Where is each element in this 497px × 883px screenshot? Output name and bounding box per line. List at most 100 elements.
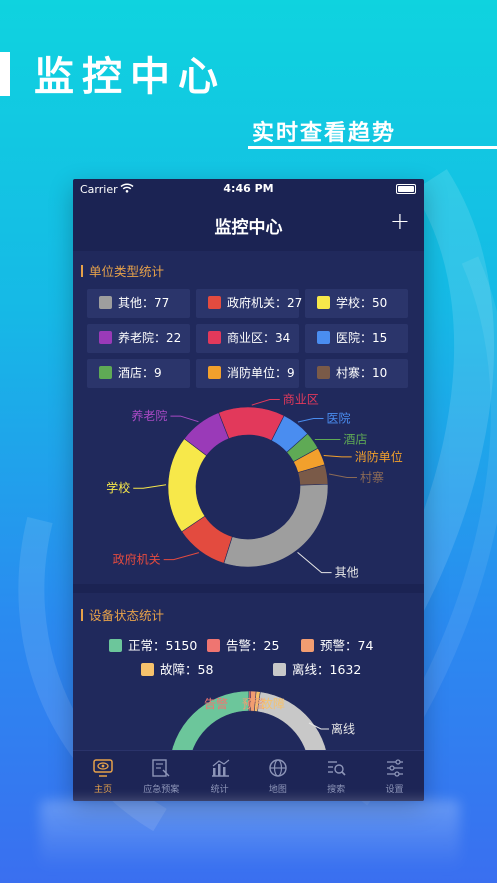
unit-chip-swatch: [317, 331, 330, 344]
bar-chart-icon: [211, 759, 229, 777]
unit-chip-label: 其他：77: [118, 296, 170, 310]
unit-chip-label: 学校：50: [336, 296, 388, 310]
donut-label: 养老院: [131, 408, 167, 423]
device-legend-item: 故障：58: [141, 659, 213, 678]
tab-label: 搜索: [327, 785, 346, 795]
search-list-icon: [328, 761, 346, 776]
donut-leader-line: [170, 415, 199, 423]
donut-slice: [167, 438, 207, 533]
unit-chip: 村寨：10: [305, 359, 408, 388]
device-legend-swatch: [301, 639, 314, 652]
unit-chip-label: 政府机关：27: [227, 296, 303, 310]
donut-leader-line: [251, 398, 280, 406]
tab-bar: 主页 应急预案 统计 地图 搜索 设置: [73, 750, 424, 801]
device-legend-item: 预警：74: [301, 635, 373, 654]
unit-chip: 政府机关：27: [196, 289, 303, 318]
donut-label: 村寨: [360, 470, 384, 485]
donut-label: 其他: [335, 566, 359, 580]
donut-label: 酒店: [343, 432, 367, 446]
unit-chip-swatch: [99, 296, 112, 309]
device-legend-swatch: [141, 663, 154, 676]
eye-monitor-icon: [93, 759, 113, 777]
donut-leader-line: [328, 473, 357, 479]
donut-label: 故障: [261, 696, 285, 711]
promo-underline: [248, 146, 497, 149]
tab-globe[interactable]: 地图: [249, 751, 307, 801]
globe-icon: [269, 759, 287, 777]
donut-leader-line: [297, 417, 324, 423]
unit-chip: 消防单位：9: [196, 359, 299, 388]
tab-label: 主页: [93, 785, 112, 795]
donut-label: 消防单位: [355, 449, 403, 464]
promo-title: 监控中心: [34, 54, 226, 100]
tab-plan-document[interactable]: 应急预案: [132, 751, 190, 801]
device-legend-item: 正常：5150: [109, 635, 197, 654]
unit-chip-label: 医院：15: [336, 331, 388, 345]
tab-eye-monitor[interactable]: 主页: [74, 751, 132, 801]
donut-leader-line: [163, 552, 200, 561]
unit-chip: 酒店：9: [87, 359, 190, 388]
device-legend-item: 离线：1632: [273, 659, 361, 678]
unit-chip-label: 消防单位：9: [227, 366, 295, 380]
tab-sliders[interactable]: 设置: [366, 751, 424, 801]
plus-icon[interactable]: +: [390, 209, 410, 233]
tab-label: 地图: [268, 785, 287, 795]
donut-label: 医院: [327, 411, 351, 425]
tab-search-list[interactable]: 搜索: [307, 751, 365, 801]
device-legend-label: 故障：58: [160, 662, 214, 677]
device-legend-swatch: [273, 663, 286, 676]
promo-subtitle: 实时查看趋势: [252, 121, 397, 146]
unit-type-card: 单位类型统计 其他：77 政府机关：27 学校：50 养老院：22 商业区：34 医院：1…: [73, 251, 424, 584]
donut-label: 商业区: [283, 391, 319, 406]
promo-accent-bar: [0, 52, 10, 96]
unit-chip: 医院：15: [305, 324, 408, 353]
donut-leader-line: [133, 484, 167, 489]
phone-reflection: [40, 800, 460, 870]
tab-label: 设置: [385, 785, 404, 795]
donut-slice: [223, 483, 329, 568]
unit-chip-swatch: [99, 331, 112, 344]
unit-chip-swatch: [208, 296, 221, 309]
unit-chip-swatch: [317, 296, 330, 309]
donut-leader-line: [323, 454, 352, 458]
unit-chip-label: 商业区：34: [227, 331, 291, 345]
unit-chip-swatch: [208, 331, 221, 344]
unit-chip: 其他：77: [87, 289, 190, 318]
unit-chip-label: 养老院：22: [118, 331, 182, 345]
device-status-card: 设备状态统计 正常：5150 告警：25 预警：74 故障：58 离线：1632 告警预…: [73, 593, 424, 801]
plan-document-icon: [152, 759, 170, 777]
device-legend-swatch: [109, 639, 122, 652]
tab-label: 统计: [210, 785, 229, 795]
phone-screen: Carrier 4:46 PM 监控中心 + 单位类型统计 其他：77 政府机关：…: [73, 179, 424, 801]
donut-label: 告警: [204, 696, 228, 711]
tab-label: 应急预案: [143, 785, 180, 795]
device-legend-label: 离线：1632: [292, 662, 362, 677]
unit-section-title: 单位类型统计: [81, 261, 164, 280]
status-time: 4:46 PM: [223, 182, 274, 195]
sliders-icon: [386, 759, 403, 777]
device-legend-item: 告警：25: [207, 635, 279, 654]
unit-chip-swatch: [99, 366, 112, 379]
unit-chip-swatch: [317, 366, 330, 379]
device-legend-label: 预警：74: [320, 638, 374, 653]
device-legend-label: 告警：25: [226, 638, 280, 653]
donut-leader-line: [297, 551, 332, 574]
battery-icon: [396, 184, 416, 194]
unit-chip: 学校：50: [305, 289, 408, 318]
device-legend-label: 正常：5150: [128, 638, 198, 653]
status-bar: Carrier 4:46 PM: [73, 179, 424, 199]
unit-chip-label: 酒店：9: [118, 366, 162, 380]
nav-title: 监控中心: [214, 218, 283, 238]
unit-type-donut-chart: 村寨其他 政府机关 学校 养老院 商业区医院酒店消防单位: [106, 391, 403, 580]
nav-bar: 监控中心 +: [73, 199, 424, 249]
donut-label: 离线: [331, 721, 355, 736]
device-section-title: 设备状态统计: [81, 605, 164, 624]
donut-label: 政府机关: [113, 552, 161, 567]
device-legend-swatch: [207, 639, 220, 652]
unit-chip-label: 村寨：10: [336, 366, 388, 380]
donut-label: 学校: [106, 480, 130, 495]
tab-bar-chart[interactable]: 统计: [191, 751, 249, 801]
unit-chip-swatch: [208, 366, 221, 379]
unit-chip: 商业区：34: [196, 324, 299, 353]
unit-chip: 养老院：22: [87, 324, 190, 353]
